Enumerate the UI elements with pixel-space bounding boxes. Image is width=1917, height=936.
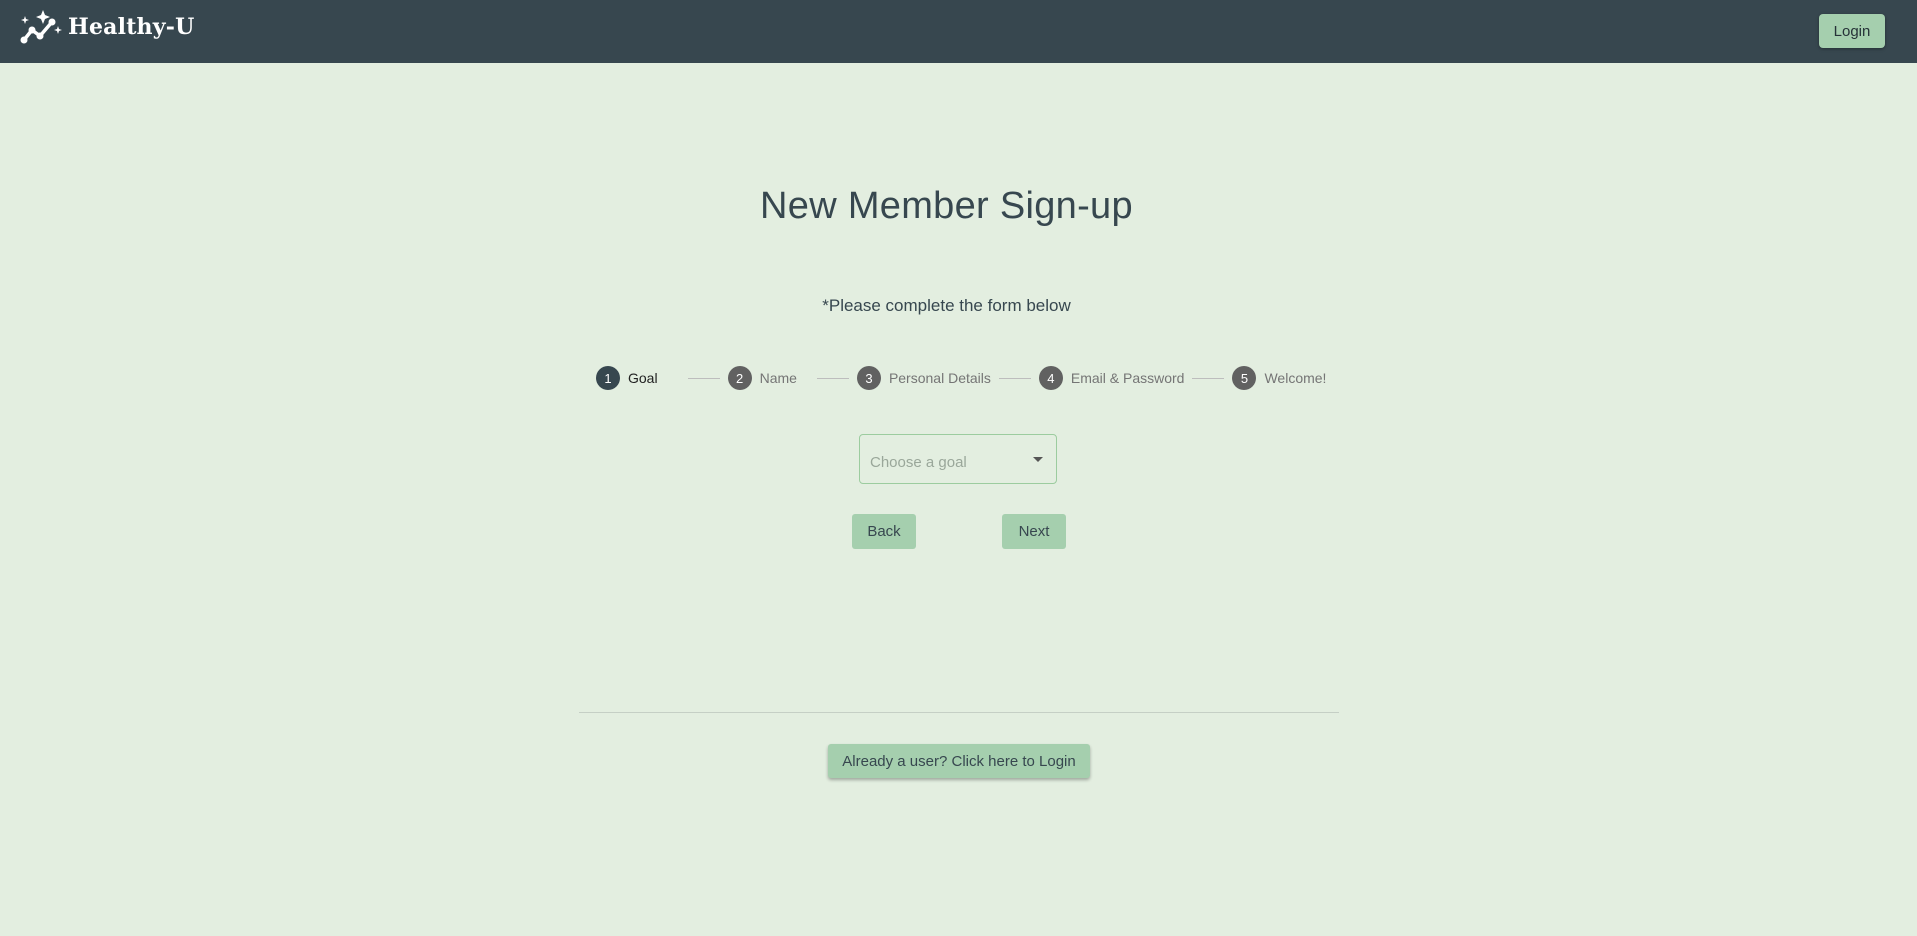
page-title: New Member Sign-up [760,185,1133,227]
divider [579,712,1339,713]
brand-logo[interactable]: Healthy-U [18,8,194,46]
step-label: Goal [628,370,658,386]
step-connector [687,377,720,379]
step-connector [816,377,849,379]
step-label: Name [759,370,797,386]
back-button[interactable]: Back [852,514,916,549]
signup-stepper: 1 Goal 2 Name 3 Personal Details 4 Email… [596,365,1326,391]
step-number: 5 [1232,366,1257,390]
brand-name: Healthy-U [68,14,195,40]
goal-select[interactable]: Choose a goal [859,434,1057,484]
step-connector [998,377,1031,379]
step-number: 2 [727,366,752,390]
step-goal: 1 Goal [596,366,658,390]
step-number: 4 [1038,366,1063,390]
step-label: Personal Details [888,370,991,386]
sparkle-trend-icon [18,8,64,46]
step-welcome: 5 Welcome! [1232,366,1326,390]
step-number: 1 [596,366,620,390]
next-button[interactable]: Next [1002,514,1066,549]
step-name: 2 Name [727,366,797,390]
form-instructions: *Please complete the form below [822,296,1071,315]
step-personal-details: 3 Personal Details [856,366,991,390]
step-number: 3 [856,366,881,390]
step-connector [1192,377,1225,379]
already-user-login-button[interactable]: Already a user? Click here to Login [828,744,1090,778]
goal-select-placeholder: Choose a goal [870,454,967,471]
step-label: Email & Password [1070,370,1185,386]
dropdown-arrow-icon[interactable] [1033,457,1043,462]
step-email-password: 4 Email & Password [1038,366,1185,390]
top-app-bar: Healthy-U Login [0,0,1917,63]
login-button[interactable]: Login [1819,14,1885,48]
step-label: Welcome! [1264,370,1327,386]
